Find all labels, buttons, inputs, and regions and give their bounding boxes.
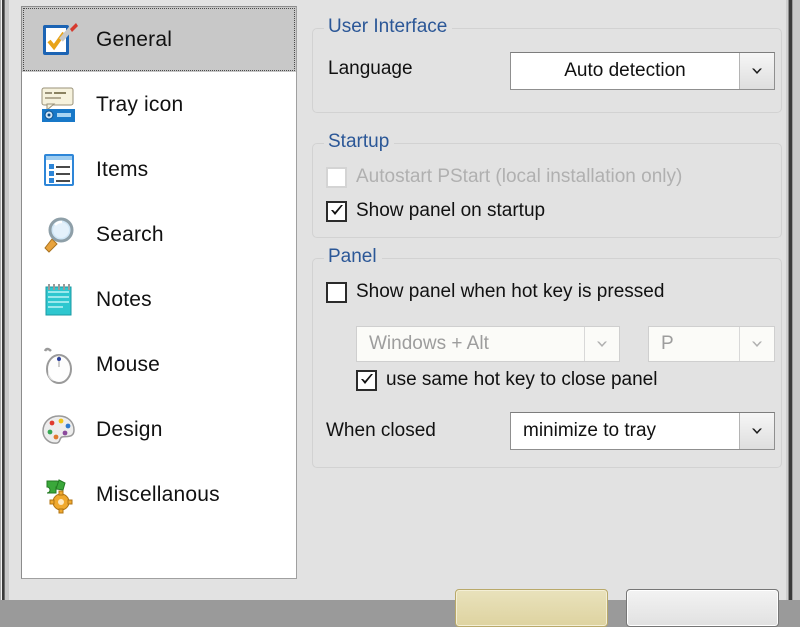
chevron-down-icon[interactable] xyxy=(739,413,774,449)
sidebar-item-notes[interactable]: Notes xyxy=(22,267,296,332)
options-dialog-window: General Tray icon Items Search Notes Mou… xyxy=(0,0,800,627)
language-label: Language xyxy=(328,58,413,79)
checkmark-icon xyxy=(330,205,343,215)
sidebar-item-mouse[interactable]: Mouse xyxy=(22,332,296,397)
sidebar-item-label: Miscellanous xyxy=(96,482,220,506)
chevron-down-icon[interactable] xyxy=(584,327,619,361)
when-closed-combobox[interactable]: minimize to tray xyxy=(510,412,775,450)
hotkey-modifier-value: Windows + Alt xyxy=(369,333,489,354)
sidebar-item-design[interactable]: Design xyxy=(22,397,296,462)
same-hotkey-close-label: use same hot key to close panel xyxy=(386,369,658,390)
show-panel-hotkey-label: Show panel when hot key is pressed xyxy=(356,281,665,302)
mouse-icon xyxy=(36,342,82,388)
sidebar-item-miscellanous[interactable]: Miscellanous xyxy=(22,462,296,527)
sidebar-item-general[interactable]: General xyxy=(22,7,296,72)
language-combobox-value: Auto detection xyxy=(564,60,686,81)
sidebar-item-label: General xyxy=(96,27,173,51)
show-panel-on-startup-checkbox-row[interactable]: Show panel on startup xyxy=(326,200,545,222)
list-items-icon xyxy=(36,147,82,193)
same-hotkey-close-checkbox-row[interactable]: use same hot key to close panel xyxy=(356,369,657,391)
user-interface-group-title: User Interface xyxy=(324,16,453,38)
dialog-content: General Tray icon Items Search Notes Mou… xyxy=(9,0,786,627)
startup-group-title: Startup xyxy=(324,131,395,153)
settings-category-list[interactable]: General Tray icon Items Search Notes Mou… xyxy=(21,6,297,579)
ok-button[interactable] xyxy=(455,589,608,627)
when-closed-label: When closed xyxy=(326,420,436,441)
panel-group-title: Panel xyxy=(324,246,382,268)
window-border-left xyxy=(0,0,9,600)
sidebar-item-tray-icon[interactable]: Tray icon xyxy=(22,72,296,137)
magnifier-icon xyxy=(36,212,82,258)
sidebar-item-label: Notes xyxy=(96,287,152,311)
cancel-button[interactable] xyxy=(626,589,779,627)
puzzle-gear-icon xyxy=(36,472,82,518)
sidebar-item-label: Design xyxy=(96,417,163,441)
settings-detail-pane: User Interface Language Auto detection S… xyxy=(309,0,786,627)
checkmark-icon xyxy=(360,374,373,384)
hotkey-key-value: P xyxy=(661,333,674,354)
show-panel-on-startup-checkbox[interactable] xyxy=(326,200,347,222)
autostart-pstart-checkbox xyxy=(326,166,347,188)
sidebar-item-label: Search xyxy=(96,222,164,246)
show-panel-hotkey-checkbox[interactable] xyxy=(326,281,347,303)
tray-balloon-icon xyxy=(36,82,82,128)
when-closed-combobox-value: minimize to tray xyxy=(523,420,657,441)
hotkey-key-combobox[interactable]: P xyxy=(648,326,775,362)
sidebar-item-label: Items xyxy=(96,157,149,181)
chevron-down-icon[interactable] xyxy=(739,327,774,361)
language-combobox[interactable]: Auto detection xyxy=(510,52,775,90)
show-panel-hotkey-checkbox-row[interactable]: Show panel when hot key is pressed xyxy=(326,281,664,303)
chevron-down-icon[interactable] xyxy=(739,53,774,89)
panel-group: Panel Show panel when hot key is pressed… xyxy=(312,246,782,468)
palette-icon xyxy=(36,407,82,453)
same-hotkey-close-checkbox[interactable] xyxy=(356,369,377,391)
sidebar-item-search[interactable]: Search xyxy=(22,202,296,267)
show-panel-on-startup-label: Show panel on startup xyxy=(356,200,546,221)
sidebar-item-label: Tray icon xyxy=(96,92,184,116)
user-interface-group: User Interface Language Auto detection xyxy=(312,16,782,113)
startup-group: Startup Autostart PStart (local installa… xyxy=(312,131,782,238)
autostart-pstart-checkbox-row: Autostart PStart (local installation onl… xyxy=(326,166,682,188)
notepad-icon xyxy=(36,277,82,323)
autostart-pstart-label: Autostart PStart (local installation onl… xyxy=(356,166,683,187)
sidebar-item-label: Mouse xyxy=(96,352,161,376)
hotkey-modifier-combobox[interactable]: Windows + Alt xyxy=(356,326,620,362)
sidebar-item-items[interactable]: Items xyxy=(22,137,296,202)
checklist-pencil-icon xyxy=(36,17,82,63)
window-border-right xyxy=(786,0,800,600)
